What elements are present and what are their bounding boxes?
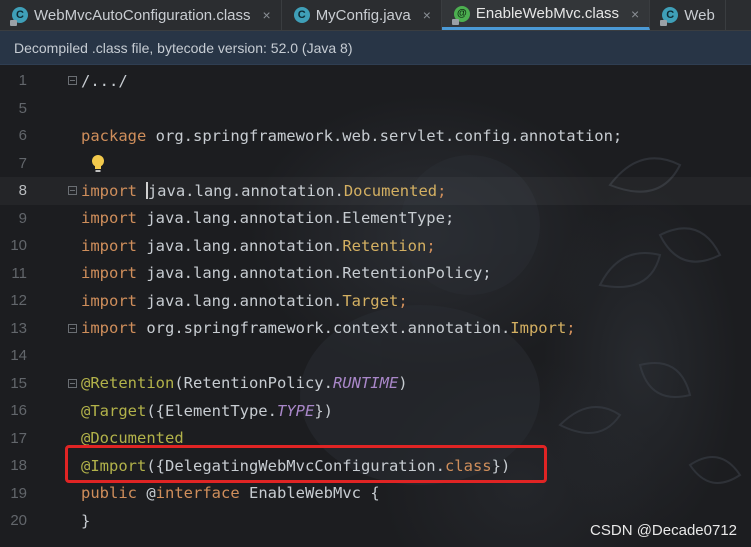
banner-text: Decompiled .class file, bytecode version… (14, 39, 353, 56)
line-number: 20 (10, 512, 27, 530)
code-text: import java.lang.annotation.ElementType; (81, 209, 455, 228)
class-icon: C (293, 7, 310, 23)
code-text: @Retention(RetentionPolicy.RUNTIME) (81, 374, 408, 393)
code-text: import java.lang.annotation.Target; (81, 291, 408, 310)
code-text: import java.lang.annotation.Retention; (81, 236, 436, 255)
code-text: /.../ (81, 71, 128, 90)
annotation-icon: @ (451, 5, 470, 25)
class-icon: C (660, 7, 679, 26)
close-icon[interactable]: × (631, 6, 639, 22)
line-number: 10 (10, 237, 27, 255)
line-number: 12 (10, 292, 27, 310)
editor-tab-bar: C WebMvcAutoConfiguration.class × C MyCo… (0, 0, 751, 31)
line-number: 11 (11, 264, 27, 282)
class-icon: C (10, 7, 28, 26)
code-line-15: 15 @Retention(RetentionPolicy.RUNTIME) (0, 370, 751, 398)
ide-window: C WebMvcAutoConfiguration.class × C MyCo… (0, 0, 751, 547)
line-number: 5 (18, 99, 27, 117)
tab-label: Web (684, 6, 715, 24)
close-icon[interactable]: × (423, 7, 431, 23)
line-number: 7 (18, 154, 27, 172)
fold-toggle-icon[interactable] (68, 323, 77, 333)
line-number: 18 (10, 457, 27, 475)
code-line-16: 16 @Target({ElementType.TYPE}) (0, 397, 751, 425)
fold-toggle-icon[interactable] (68, 186, 77, 195)
tab-label: MyConfig.java (315, 6, 411, 24)
code-line-13: 13 import org.springframework.context.an… (0, 315, 751, 343)
line-number: 9 (18, 209, 27, 227)
line-number: 8 (18, 182, 27, 200)
line-number: 19 (10, 484, 27, 502)
fold-toggle-icon[interactable] (68, 378, 77, 388)
code-line-10: 10 import java.lang.annotation.Retention… (0, 232, 751, 260)
code-text: package org.springframework.web.servlet.… (81, 126, 623, 145)
line-number: 14 (10, 347, 27, 365)
line-number: 13 (10, 319, 27, 337)
code-line-14: 14 (0, 342, 751, 370)
code-text: @Target({ElementType.TYPE}) (81, 401, 333, 420)
close-icon[interactable]: × (263, 7, 271, 23)
code-line-5: 5 (0, 95, 751, 123)
line-number: 17 (10, 429, 27, 447)
fold-toggle-icon[interactable] (68, 76, 77, 85)
code-line-8: 8 import java.lang.annotation.Documented… (0, 177, 751, 205)
code-text: public @interface EnableWebMvc { (81, 484, 380, 503)
code-line-11: 11 import java.lang.annotation.Retention… (0, 260, 751, 288)
tab-myconfig[interactable]: C MyConfig.java × (282, 0, 442, 30)
line-number: 6 (18, 127, 27, 145)
code-line-1: 1 /.../ (0, 67, 751, 95)
red-highlight-box (65, 445, 547, 483)
code-editor[interactable]: 1 /.../ 5 6 package org.springframework.… (0, 65, 751, 547)
code-line-6: 6 package org.springframework.web.servle… (0, 122, 751, 150)
line-number: 16 (10, 402, 27, 420)
tab-web-truncated[interactable]: C Web (650, 0, 726, 30)
tab-webmvcautoconfiguration[interactable]: C WebMvcAutoConfiguration.class × (0, 0, 282, 30)
watermark-text: CSDN @Decade0712 (590, 522, 737, 539)
line-number: 1 (18, 72, 27, 90)
decompiled-notice-banner: Decompiled .class file, bytecode version… (0, 31, 751, 65)
code-text: import org.springframework.context.annot… (81, 319, 576, 338)
code-text: } (81, 511, 91, 530)
tab-enablewebmvc[interactable]: @ EnableWebMvc.class × (441, 0, 651, 30)
code-text: import java.lang.annotation.RetentionPol… (81, 264, 492, 283)
code-line-19: 19 public @interface EnableWebMvc { (0, 480, 751, 508)
code-line-12: 12 import java.lang.annotation.Target; (0, 287, 751, 315)
lightbulb-icon[interactable] (91, 154, 105, 174)
code-line-7: 7 (0, 150, 751, 178)
line-number: 15 (10, 374, 27, 392)
tab-label: EnableWebMvc.class (475, 5, 620, 22)
code-text: import java.lang.annotation.Documented; (81, 181, 447, 200)
tab-label: WebMvcAutoConfiguration.class (34, 6, 251, 24)
code-line-9: 9 import java.lang.annotation.ElementTyp… (0, 205, 751, 233)
